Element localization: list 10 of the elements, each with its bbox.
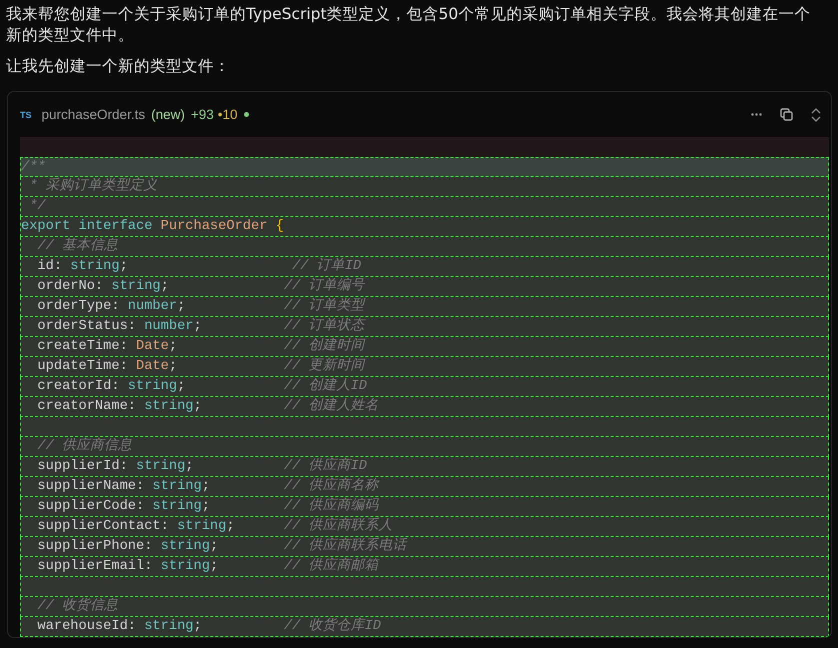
expand-collapse-button[interactable]	[811, 108, 821, 122]
removed-count: •10	[218, 107, 238, 122]
language-label: TS	[20, 110, 32, 120]
file-name[interactable]: purchaseOrder.ts	[42, 107, 146, 122]
message-text: 让我先创建一个新的类型文件：	[6, 56, 231, 77]
added-count: +93	[190, 107, 214, 122]
message-text: 我来帮您创建一个关于采购订单的TypeScript类型定义，包含50个常见的采购订单相关字段。我会将其创建在一个新的类型文件中。	[6, 4, 812, 46]
copy-button[interactable]	[780, 108, 793, 121]
more-options-button[interactable]	[751, 113, 762, 116]
file-status: (new)	[151, 107, 185, 122]
